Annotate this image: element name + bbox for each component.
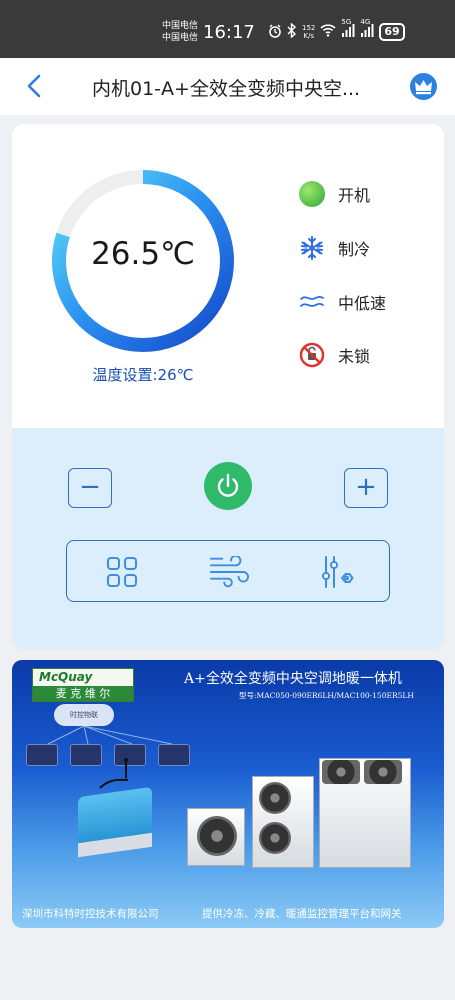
- platform-thumb-4: [158, 744, 190, 766]
- crown-icon: [415, 80, 432, 95]
- bluetooth-icon: [287, 22, 297, 41]
- net-speed-value: 152: [302, 24, 316, 32]
- chevron-left-icon: [27, 74, 41, 98]
- signal-2-label: 4G: [360, 18, 371, 26]
- fan-icon: [259, 782, 291, 814]
- status-bar: 中国电信 中国电信 16:17 152 K/s 5G 4G 69: [0, 0, 455, 58]
- status-icons: 152 K/s 5G 4G 69: [268, 18, 405, 42]
- app-header: 内机01-A+全效全变频中央空...: [0, 58, 455, 115]
- fan-icon: [197, 816, 237, 856]
- signal-1-label: 5G: [341, 18, 352, 26]
- wind-icon: [298, 288, 326, 316]
- page-title: 内机01-A+全效全变频中央空...: [92, 78, 361, 100]
- power-status-icon: [298, 180, 326, 208]
- fan-speed-button[interactable]: [209, 553, 249, 591]
- increase-temp-button[interactable]: +: [344, 468, 388, 508]
- wind-speed-icon: [209, 556, 249, 588]
- mode-label: 制冷: [338, 240, 371, 259]
- status-panel: 26.5℃ 温度设置:26℃ 开机 制冷 中低速 未锁: [12, 124, 444, 428]
- brand-logo-en: McQuay: [39, 670, 93, 684]
- banner-title: A+全效全变频中央空调地暖一体机: [184, 671, 402, 687]
- fan-icon: [259, 822, 291, 854]
- alarm-icon: [268, 24, 282, 41]
- fan-grille-icon: [364, 760, 402, 784]
- banner-company: 深圳市科特时控技术有限公司: [22, 908, 159, 920]
- carrier-1: 中国电信: [162, 21, 199, 31]
- net-speed-unit: K/s: [303, 32, 314, 40]
- settings-button[interactable]: [317, 553, 357, 591]
- status-mode: 制冷: [298, 234, 370, 262]
- power-status-label: 开机: [338, 186, 371, 205]
- platform-thumb-1: [26, 744, 58, 766]
- decrease-temp-button[interactable]: −: [68, 468, 112, 508]
- sliders-icon: [322, 556, 354, 588]
- unlock-icon: [298, 341, 326, 369]
- wifi-icon: [320, 24, 336, 40]
- back-button[interactable]: [24, 72, 46, 100]
- status-power: 开机: [298, 180, 370, 208]
- signal-1-icon: 5G: [341, 18, 355, 40]
- mode-select-button[interactable]: [102, 553, 142, 591]
- setpoint-label: 温度设置:26℃: [92, 366, 194, 384]
- status-fan: 中低速: [298, 288, 386, 316]
- brand-logo: McQuay 麦 克 维 尔: [32, 668, 134, 702]
- signal-2-icon: 4G: [360, 18, 374, 40]
- lock-label: 未锁: [338, 347, 371, 366]
- promo-banner[interactable]: McQuay 麦 克 维 尔 A+全效全变频中央空调地暖一体机 型号:MAC05…: [12, 660, 444, 928]
- fan-speed-label: 中低速: [338, 294, 387, 313]
- cloud-badge: 时控物联: [54, 704, 114, 726]
- brand-logo-cn: 麦 克 维 尔: [33, 686, 133, 701]
- antenna-cable-image: [99, 758, 129, 789]
- current-temperature: 26.5℃: [91, 236, 195, 272]
- snowflake-icon: [298, 234, 326, 262]
- power-button[interactable]: [204, 462, 252, 510]
- net-speed: 152 K/s: [302, 24, 315, 40]
- power-icon: [217, 473, 239, 497]
- vip-button[interactable]: [410, 73, 437, 100]
- function-bar: [66, 540, 390, 602]
- battery-indicator: 69: [379, 23, 405, 41]
- carrier-2: 中国电信: [162, 33, 199, 43]
- control-card: 26.5℃ 温度设置:26℃ 开机 制冷 中低速 未锁 − +: [12, 124, 444, 650]
- status-lock: 未锁: [298, 341, 370, 369]
- fan-grille-icon: [322, 760, 360, 784]
- clock: 16:17: [203, 22, 255, 43]
- grid-icon: [107, 557, 137, 587]
- banner-model: 型号:MAC050-090ER6LH/MAC100-150ER5LH: [239, 691, 414, 700]
- banner-service: 提供冷冻、冷藏、暖通监控管理平台和网关: [202, 908, 402, 920]
- carrier-labels: 中国电信 中国电信: [162, 20, 198, 44]
